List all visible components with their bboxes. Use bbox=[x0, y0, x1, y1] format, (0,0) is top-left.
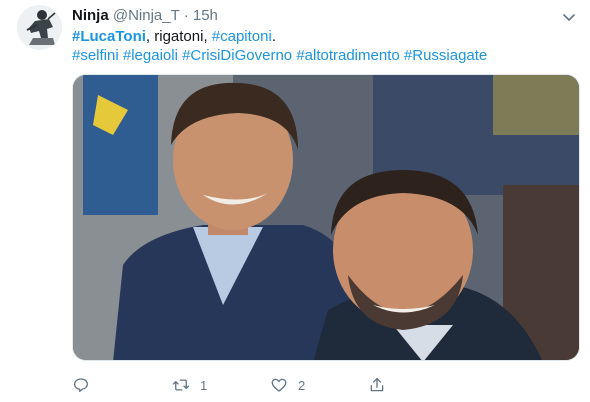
tweet-text-segment: , rigatoni, bbox=[145, 28, 212, 45]
ninja-avatar-icon bbox=[17, 5, 62, 50]
reply-button[interactable] bbox=[72, 374, 100, 396]
retweet-icon bbox=[172, 379, 190, 391]
like-count: 2 bbox=[298, 377, 306, 393]
tweet-actions: 1 2 bbox=[72, 374, 472, 396]
hashtag-crisidigoverno[interactable]: #CrisiDiGoverno bbox=[182, 47, 292, 64]
reply-icon bbox=[73, 378, 89, 393]
retweet-button[interactable]: 1 bbox=[172, 374, 207, 396]
hashtag-russiagate[interactable]: #Russiagate bbox=[404, 47, 487, 64]
author-name[interactable]: Ninja bbox=[72, 7, 109, 24]
hashtag-selfini[interactable]: #selfini bbox=[72, 47, 119, 64]
separator-dot: · bbox=[183, 7, 189, 24]
retweet-count: 1 bbox=[200, 377, 208, 393]
more-options-button[interactable] bbox=[560, 8, 578, 26]
share-icon bbox=[370, 377, 384, 392]
share-button[interactable] bbox=[368, 374, 396, 396]
author-handle[interactable]: @Ninja_T bbox=[113, 7, 180, 24]
hashtag-capitoni[interactable]: #capitoni bbox=[212, 28, 272, 45]
like-button[interactable]: 2 bbox=[270, 374, 305, 396]
tweet-text-segment: . bbox=[271, 28, 276, 45]
tweet-text-line-1: #LucaToni, rigatoni, #capitoni. bbox=[72, 27, 572, 46]
tweet-text: #LucaToni, rigatoni, #capitoni. #selfini… bbox=[72, 27, 572, 65]
heart-icon bbox=[271, 378, 287, 392]
tweet: Ninja @Ninja_T · 15h #LucaToni, rigatoni… bbox=[0, 0, 590, 402]
chevron-down-icon bbox=[563, 14, 575, 21]
tweet-header: Ninja @Ninja_T · 15h bbox=[72, 6, 218, 25]
avatar[interactable] bbox=[17, 5, 62, 50]
tweet-timestamp[interactable]: 15h bbox=[193, 7, 218, 24]
hashtag-altotradimento[interactable]: #altotradimento bbox=[296, 47, 399, 64]
tweet-photo[interactable] bbox=[72, 74, 580, 361]
selfie-photo-image bbox=[73, 75, 579, 360]
hashtag-legaioli[interactable]: #legaioli bbox=[123, 47, 178, 64]
tweet-text-line-2: #selfini #legaioli #CrisiDiGoverno #alto… bbox=[72, 46, 572, 65]
hashtag-lucatoni[interactable]: #LucaToni bbox=[72, 28, 146, 45]
